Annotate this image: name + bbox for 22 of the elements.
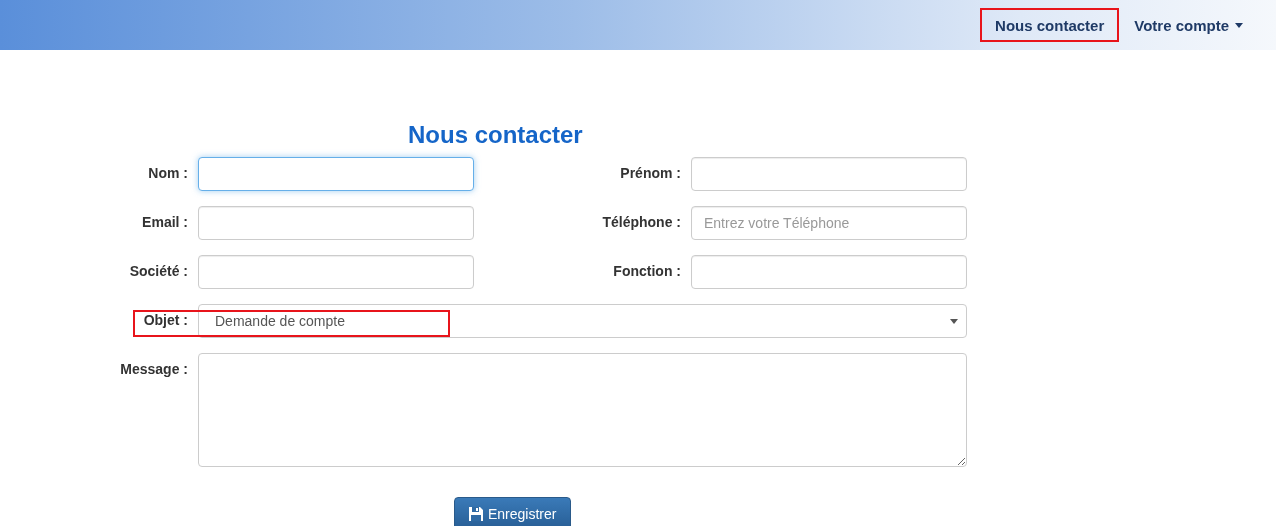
field-label: Nom : (147, 164, 188, 183)
field-label: Fonction : (612, 262, 681, 281)
field-label: Téléphone : (601, 213, 681, 232)
nav-link[interactable]: Nous contacter (980, 8, 1120, 42)
save-button[interactable]: Enregistrer (454, 497, 572, 526)
input-field[interactable] (198, 255, 474, 289)
page-title: Nous contacter (407, 121, 584, 149)
field-label: Société : (128, 262, 188, 281)
field-label: Prénom : (619, 164, 681, 183)
input-field[interactable] (198, 206, 474, 240)
input-field[interactable] (691, 255, 967, 289)
field-label: Message : (119, 360, 188, 379)
field-label: Objet : (142, 311, 188, 330)
field-label: Email : (141, 213, 188, 232)
select-field[interactable]: Demande de compte (198, 304, 967, 338)
input-field[interactable] (691, 157, 967, 191)
input-field[interactable] (198, 157, 474, 191)
caret-icon (950, 318, 958, 324)
input-field[interactable]: Entrez votre Téléphone (691, 206, 967, 240)
nav-link[interactable]: Votre compte (1119, 8, 1258, 42)
message-field[interactable] (198, 353, 967, 467)
caret-icon (1235, 22, 1243, 28)
